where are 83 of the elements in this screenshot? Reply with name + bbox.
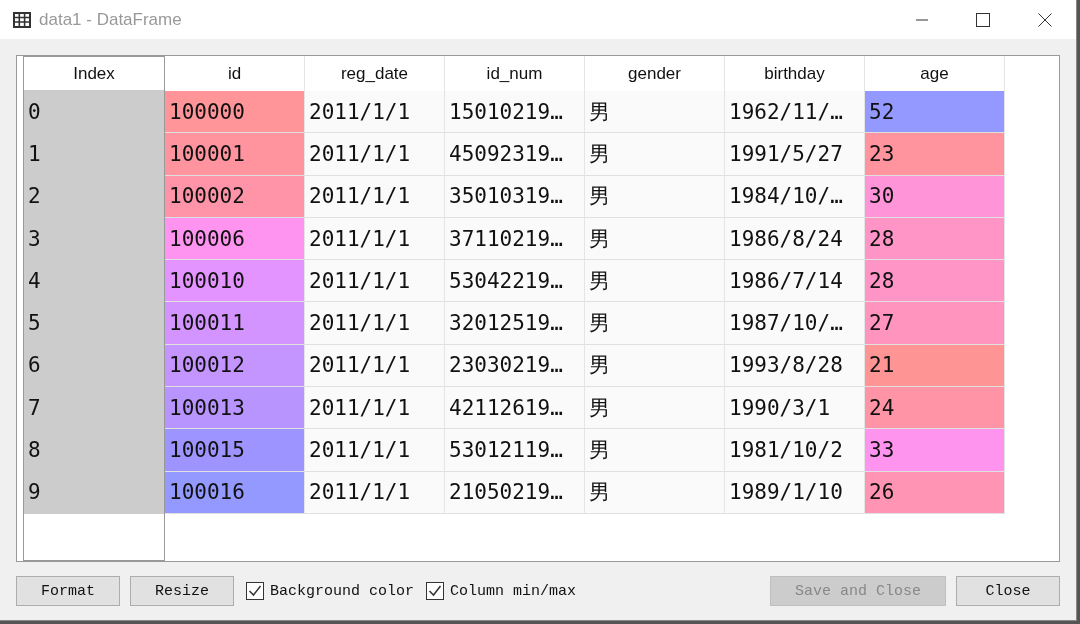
index-cell: 7 (24, 387, 164, 430)
table-cell: 53012119… (445, 429, 585, 472)
table-cell: 男 (585, 302, 725, 345)
table-cell: 男 (585, 471, 725, 514)
table-cell: 1989/1/10 (725, 471, 865, 514)
maximize-icon[interactable] (976, 12, 990, 27)
table-icon (13, 11, 31, 28)
table-cell: 2011/1/1 (305, 387, 445, 430)
table-cell: 100015 (165, 429, 305, 472)
table-cell: 35010319… (445, 175, 585, 218)
table-cell: 1990/3/1 (725, 387, 865, 430)
table-cell: 28 (865, 260, 1005, 303)
checkbox[interactable] (246, 582, 265, 600)
table-cell: 1962/11/… (725, 91, 865, 134)
table-cell: 100002 (165, 175, 305, 218)
table-cell: 1984/10/… (725, 175, 865, 218)
table-cell: 27 (865, 302, 1005, 345)
index-cell: 9 (24, 471, 164, 514)
table-cell: 2011/1/1 (305, 471, 445, 514)
index-cell: 1 (24, 133, 164, 176)
table-cell: 52 (865, 91, 1005, 134)
checkbox-label: Column min/max (450, 582, 577, 600)
table-cell: 28 (865, 217, 1005, 261)
table-cell: 53042219… (445, 260, 585, 303)
close-icon[interactable] (1038, 12, 1052, 27)
table-cell: 42112619… (445, 387, 585, 430)
index-cell: 0 (24, 91, 164, 134)
table-cell: 100016 (165, 471, 305, 514)
index-cell: 2 (24, 175, 164, 218)
table-cell: 2011/1/1 (305, 175, 445, 218)
table-cell: 2011/1/1 (305, 91, 445, 134)
index-cell: 3 (24, 217, 164, 261)
window-title: data1 - DataFrame (39, 9, 182, 30)
table-cell: 男 (585, 260, 725, 303)
table-cell: 1993/8/28 (725, 344, 865, 388)
minimize-icon[interactable] (916, 18, 928, 21)
table-cell: 2011/1/1 (305, 344, 445, 388)
table-cell: 2011/1/1 (305, 260, 445, 303)
table-cell: 1986/7/14 (725, 260, 865, 303)
table-cell: 23 (865, 133, 1005, 176)
table-cell: 2011/1/1 (305, 133, 445, 176)
table-cell: 男 (585, 91, 725, 134)
table-cell: 100001 (165, 133, 305, 176)
footer-button[interactable]: Resize (130, 576, 235, 606)
index-cell: 5 (24, 302, 164, 345)
table-cell: 30 (865, 175, 1005, 218)
table-cell: 15010219… (445, 91, 585, 134)
table-cell: 21 (865, 344, 1005, 388)
table-cell: 100006 (165, 217, 305, 261)
column-header[interactable]: Index (24, 56, 164, 91)
footer-button[interactable]: Format (16, 576, 120, 606)
table-cell: 1986/8/24 (725, 217, 865, 261)
index-cell: 6 (24, 344, 164, 388)
table-cell: 37110219… (445, 217, 585, 261)
checkbox[interactable] (426, 582, 445, 600)
table-cell: 32012519… (445, 302, 585, 345)
table-cell: 男 (585, 344, 725, 388)
table-cell: 100010 (165, 260, 305, 303)
table-cell: 男 (585, 387, 725, 430)
dialog-button[interactable]: Close (956, 576, 1060, 606)
table-cell: 24 (865, 387, 1005, 430)
table-cell: 1991/5/27 (725, 133, 865, 176)
table-cell: 1981/10/2 (725, 429, 865, 472)
table-cell: 23030219… (445, 344, 585, 388)
table-cell: 100012 (165, 344, 305, 388)
table-cell: 100013 (165, 387, 305, 430)
index-cell: 8 (24, 429, 164, 472)
table-cell: 21050219… (445, 471, 585, 514)
table-cell: 26 (865, 471, 1005, 514)
table-cell: 2011/1/1 (305, 429, 445, 472)
table-cell: 男 (585, 175, 725, 218)
table-cell: 45092319… (445, 133, 585, 176)
table-cell: 1987/10/… (725, 302, 865, 345)
index-cell: 4 (24, 260, 164, 303)
table-cell: 100000 (165, 91, 305, 134)
table-cell: 2011/1/1 (305, 302, 445, 345)
table-cell: 男 (585, 429, 725, 472)
table-cell: 100011 (165, 302, 305, 345)
checkbox-label: Background color (270, 582, 415, 600)
table-cell: 2011/1/1 (305, 217, 445, 261)
table-cell: 男 (585, 217, 725, 261)
table-cell: 男 (585, 133, 725, 176)
table-cell: 33 (865, 429, 1005, 472)
